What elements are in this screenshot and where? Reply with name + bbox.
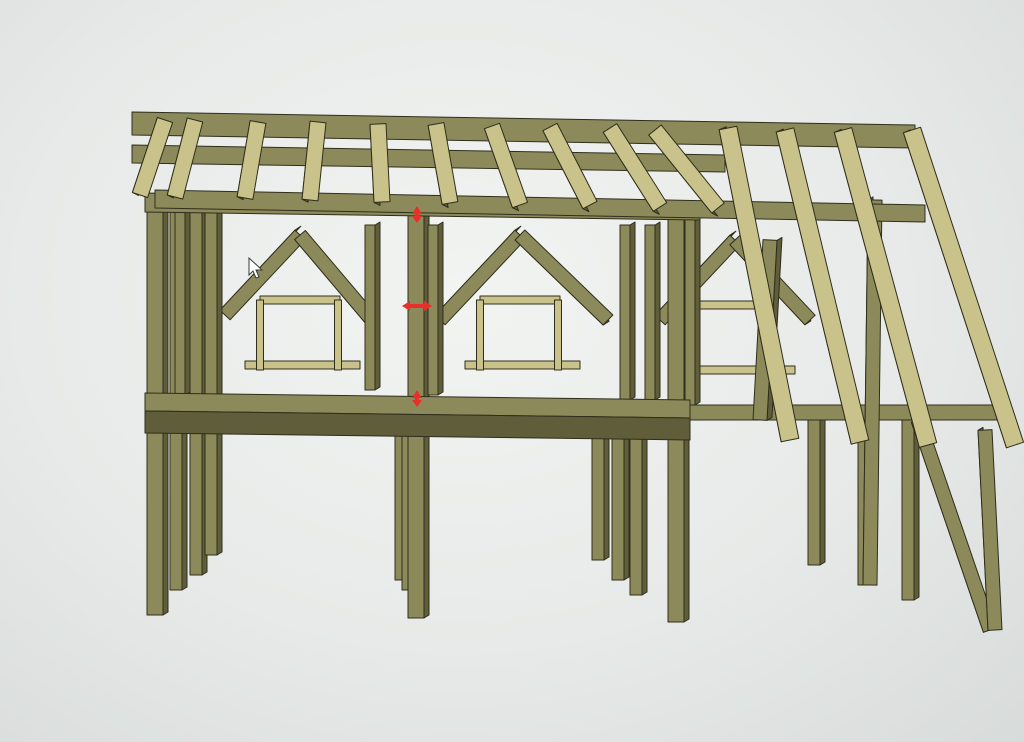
timber-frame-model[interactable] bbox=[0, 0, 1024, 742]
rear-post-10 bbox=[901, 419, 915, 601]
roof-rafter-4 bbox=[369, 123, 391, 203]
front-stud-1 bbox=[364, 224, 376, 391]
rear-post-2-side bbox=[216, 196, 223, 556]
rear-post-1 bbox=[189, 199, 203, 576]
front-stud-1-side bbox=[374, 221, 381, 391]
back-truss-stud-b-1 bbox=[554, 299, 562, 371]
front-stud-3-side bbox=[629, 221, 636, 401]
back-truss-collar-0 bbox=[259, 295, 341, 305]
front-stud-0 bbox=[174, 204, 186, 396]
3d-viewport[interactable] bbox=[0, 0, 1024, 742]
front-stud-0-side bbox=[184, 201, 191, 396]
back-truss-collar-1 bbox=[479, 295, 561, 305]
rear-post-2 bbox=[204, 199, 218, 556]
back-truss-stud-a-0 bbox=[256, 299, 264, 371]
back-truss-right-1 bbox=[514, 229, 614, 326]
rear-post-5 bbox=[591, 419, 605, 561]
front-stud-2 bbox=[427, 224, 439, 396]
front-stud-4 bbox=[644, 224, 656, 401]
screen bbox=[0, 0, 1024, 742]
rear-post-7-side bbox=[641, 416, 648, 596]
back-truss-stud-b-0 bbox=[334, 299, 342, 371]
mouse-cursor-icon bbox=[248, 257, 264, 279]
back-rafters bbox=[219, 225, 816, 376]
rear-post-8 bbox=[807, 419, 821, 566]
rear-post-6 bbox=[611, 419, 625, 581]
back-truss-stud-a-1 bbox=[476, 299, 484, 371]
front-stud-5-side bbox=[694, 201, 701, 406]
rear-post-7 bbox=[629, 419, 643, 596]
front-stud-5 bbox=[684, 204, 696, 406]
rear-post-8-side bbox=[819, 416, 826, 566]
front-stud-4-side bbox=[654, 221, 661, 401]
rear-post-6-side bbox=[623, 416, 630, 581]
front-stud-3 bbox=[619, 224, 631, 401]
front-stud-2-side bbox=[437, 221, 444, 396]
